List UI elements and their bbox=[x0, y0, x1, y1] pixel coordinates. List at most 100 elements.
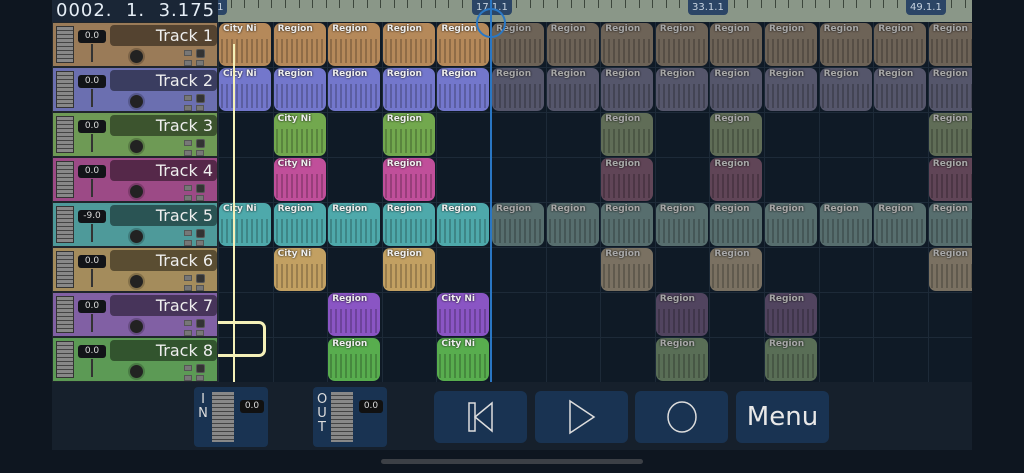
region[interactable]: Region bbox=[273, 203, 326, 246]
mute-icon[interactable] bbox=[184, 240, 192, 246]
region[interactable]: City Ni bbox=[273, 248, 326, 291]
fx-icon[interactable] bbox=[184, 140, 192, 146]
region[interactable]: Region bbox=[382, 68, 435, 111]
record-arm-icon[interactable] bbox=[196, 319, 205, 328]
playhead-handle[interactable] bbox=[476, 8, 506, 38]
rewind-button[interactable] bbox=[434, 391, 527, 443]
track-header[interactable]: 0.0 Track 4 bbox=[52, 157, 218, 202]
menu-button[interactable]: Menu bbox=[736, 391, 829, 443]
volume-fader[interactable] bbox=[91, 269, 93, 287]
region[interactable]: Region bbox=[601, 68, 654, 111]
play-button[interactable] bbox=[535, 391, 628, 443]
fx-icon[interactable] bbox=[184, 185, 192, 191]
volume-fader[interactable] bbox=[91, 224, 93, 242]
mute-icon[interactable] bbox=[184, 285, 192, 291]
track-header[interactable]: 0.0 Track 6 bbox=[52, 247, 218, 292]
region[interactable]: Region bbox=[928, 68, 972, 111]
region[interactable]: City Ni bbox=[437, 338, 490, 381]
volume-fader[interactable] bbox=[91, 314, 93, 332]
solo-icon[interactable] bbox=[196, 60, 204, 66]
timeline-ruler[interactable]: 1.1.117.1.133.1.149.1.1 bbox=[218, 0, 972, 22]
region[interactable]: Region bbox=[382, 113, 435, 156]
region[interactable]: Region bbox=[546, 68, 599, 111]
region[interactable]: Region bbox=[765, 338, 817, 381]
region[interactable]: Region bbox=[765, 293, 817, 336]
track-volume[interactable]: 0.0 bbox=[78, 165, 106, 178]
region[interactable]: Region bbox=[655, 68, 708, 111]
region[interactable]: Region bbox=[492, 203, 544, 246]
input-meter[interactable]: IN 0.0 bbox=[194, 387, 268, 447]
region[interactable]: Region bbox=[874, 23, 927, 66]
playhead[interactable] bbox=[490, 0, 492, 382]
region[interactable]: Region bbox=[382, 23, 435, 66]
track-header[interactable]: 0.0 Track 7 bbox=[52, 292, 218, 337]
track-name[interactable]: Track 1 bbox=[110, 25, 217, 46]
solo-icon[interactable] bbox=[196, 375, 204, 381]
region[interactable]: Region bbox=[492, 68, 544, 111]
solo-icon[interactable] bbox=[196, 240, 204, 246]
track-volume[interactable]: 0.0 bbox=[78, 120, 106, 133]
solo-icon[interactable] bbox=[196, 150, 204, 156]
track-volume[interactable]: -9.0 bbox=[78, 210, 106, 223]
region[interactable]: Region bbox=[928, 248, 972, 291]
region[interactable]: Region bbox=[819, 68, 872, 111]
mute-icon[interactable] bbox=[184, 195, 192, 201]
region[interactable]: Region bbox=[710, 158, 763, 201]
region[interactable]: Region bbox=[601, 113, 654, 156]
record-arm-icon[interactable] bbox=[196, 364, 205, 373]
region[interactable]: Region bbox=[710, 68, 763, 111]
region[interactable]: Region bbox=[328, 338, 381, 381]
mute-icon[interactable] bbox=[184, 150, 192, 156]
region[interactable]: Region bbox=[546, 203, 599, 246]
output-meter[interactable]: OUT 0.0 bbox=[313, 387, 387, 447]
home-indicator[interactable] bbox=[381, 459, 643, 464]
pan-knob-icon[interactable] bbox=[130, 95, 143, 108]
track-name[interactable]: Track 7 bbox=[110, 295, 217, 316]
region[interactable]: Region bbox=[819, 203, 872, 246]
track-volume[interactable]: 0.0 bbox=[78, 75, 106, 88]
record-button[interactable] bbox=[635, 391, 728, 443]
pan-knob-icon[interactable] bbox=[130, 230, 143, 243]
region[interactable]: Region bbox=[710, 248, 763, 291]
track-header[interactable]: 0.0 Track 8 bbox=[52, 337, 218, 382]
region[interactable]: Region bbox=[601, 203, 654, 246]
mute-icon[interactable] bbox=[184, 375, 192, 381]
region[interactable]: Region bbox=[655, 23, 708, 66]
region[interactable]: Region bbox=[928, 158, 972, 201]
track-header[interactable]: -9.0 Track 5 bbox=[52, 202, 218, 247]
region[interactable]: Region bbox=[328, 293, 381, 336]
track-name[interactable]: Track 3 bbox=[110, 115, 217, 136]
record-arm-icon[interactable] bbox=[196, 139, 205, 148]
fx-icon[interactable] bbox=[184, 230, 192, 236]
region[interactable]: Region bbox=[874, 68, 927, 111]
region[interactable]: City Ni bbox=[219, 23, 271, 66]
record-arm-icon[interactable] bbox=[196, 274, 205, 283]
region[interactable]: Region bbox=[328, 203, 381, 246]
loop-bracket[interactable] bbox=[218, 321, 266, 357]
track-name[interactable]: Track 6 bbox=[110, 250, 217, 271]
region[interactable]: Region bbox=[655, 293, 708, 336]
region[interactable]: Region bbox=[655, 338, 708, 381]
solo-icon[interactable] bbox=[196, 330, 204, 336]
solo-icon[interactable] bbox=[196, 195, 204, 201]
region[interactable]: Region bbox=[601, 23, 654, 66]
region[interactable]: Region bbox=[382, 158, 435, 201]
region[interactable]: Region bbox=[328, 23, 381, 66]
volume-fader[interactable] bbox=[91, 179, 93, 197]
region[interactable]: Region bbox=[928, 23, 972, 66]
region[interactable]: City Ni bbox=[437, 293, 490, 336]
region[interactable]: Region bbox=[382, 203, 435, 246]
record-arm-icon[interactable] bbox=[196, 229, 205, 238]
region[interactable]: Region bbox=[819, 23, 872, 66]
track-volume[interactable]: 0.0 bbox=[78, 255, 106, 268]
arrangement-grid[interactable]: City Ni Region Region Region Region Region Reg… bbox=[218, 22, 972, 382]
volume-fader[interactable] bbox=[91, 359, 93, 377]
region[interactable]: Region bbox=[655, 203, 708, 246]
track-volume[interactable]: 0.0 bbox=[78, 30, 106, 43]
region[interactable]: Region bbox=[765, 203, 817, 246]
region[interactable]: Region bbox=[710, 113, 763, 156]
region[interactable]: Region bbox=[546, 23, 599, 66]
pan-knob-icon[interactable] bbox=[130, 365, 143, 378]
fx-icon[interactable] bbox=[184, 275, 192, 281]
volume-fader[interactable] bbox=[91, 44, 93, 62]
